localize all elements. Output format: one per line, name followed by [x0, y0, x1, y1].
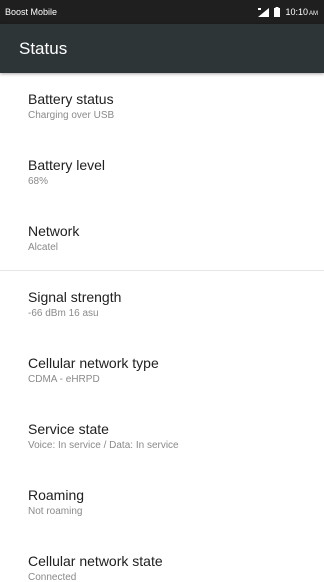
status-bar: Boost Mobile 10:10 AM — [0, 0, 324, 24]
status-list: Battery status Charging over USB Battery… — [0, 73, 324, 582]
item-summary: -66 dBm 16 asu — [28, 308, 99, 319]
item-summary: Not roaming — [28, 506, 83, 517]
clock-ampm: AM — [309, 11, 318, 17]
item-summary: Charging over USB — [28, 110, 115, 121]
item-title: Battery status — [28, 91, 114, 107]
carrier-label: Boost Mobile — [5, 7, 58, 17]
screen: Boost Mobile 10:10 AM Status Battery sta… — [0, 0, 324, 582]
item-title: Network — [28, 223, 80, 239]
item-summary: CDMA - eHRPD — [28, 374, 100, 385]
status-icons: 10:10 AM — [258, 7, 318, 17]
app-bar: Status — [0, 24, 324, 73]
signal-icon — [258, 7, 270, 17]
clock-time: 10:10 — [285, 7, 308, 17]
item-title: Signal strength — [28, 289, 122, 305]
item-summary: Connected — [28, 572, 77, 582]
item-title: Cellular network state — [28, 553, 163, 569]
list-item-battery-level[interactable]: Battery level 68% — [0, 139, 324, 205]
list-item-cellular-network-state[interactable]: Cellular network state Connected — [0, 535, 324, 582]
item-title: Battery level — [28, 157, 106, 173]
list-item-battery-status[interactable]: Battery status Charging over USB — [0, 73, 324, 139]
list-item-service-state[interactable]: Service state Voice: In service / Data: … — [0, 403, 324, 469]
item-summary: 68% — [28, 176, 49, 187]
list-item-cellular-network-type[interactable]: Cellular network type CDMA - eHRPD — [0, 337, 324, 403]
list-item-roaming[interactable]: Roaming Not roaming — [0, 469, 324, 535]
item-summary: Alcatel — [28, 242, 59, 253]
list-item-signal-strength[interactable]: Signal strength -66 dBm 16 asu — [0, 271, 324, 337]
clock: 10:10 AM — [285, 7, 318, 17]
item-title: Service state — [28, 421, 109, 437]
item-summary: Voice: In service / Data: In service — [28, 440, 179, 451]
page-title: Status — [19, 38, 68, 58]
item-title: Cellular network type — [28, 355, 159, 371]
battery-icon — [274, 7, 281, 17]
item-title: Roaming — [28, 487, 85, 503]
list-item-network[interactable]: Network Alcatel — [0, 205, 324, 271]
